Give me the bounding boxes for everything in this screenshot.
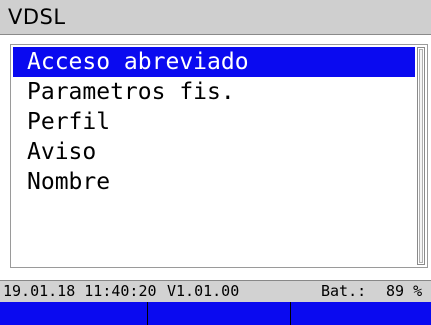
softkey-bar [0, 302, 431, 325]
scrollbar-thumb[interactable] [419, 49, 423, 263]
menu-item-acceso-abreviado[interactable]: Acceso abreviado [13, 47, 415, 77]
menu-item-aviso[interactable]: Aviso [11, 137, 415, 167]
softkey-1[interactable] [0, 302, 148, 325]
title-bar: VDSL [0, 0, 431, 35]
status-battery-value: 89 % [386, 282, 423, 300]
status-battery-label: Bat.: [321, 282, 367, 300]
scrollbar[interactable] [417, 47, 425, 265]
menu-item-parametros-fis[interactable]: Parametros fis. [11, 77, 415, 107]
softkey-2[interactable] [148, 302, 291, 325]
status-datetime: 19.01.18 11:40:20 [3, 282, 157, 300]
status-bar: 19.01.18 11:40:20 V1.01.00 Bat.: 89 % [0, 280, 431, 302]
menu-list: Acceso abreviado Parametros fis. Perfil … [10, 44, 428, 268]
page-title: VDSL [8, 5, 66, 29]
menu-item-nombre[interactable]: Nombre [11, 167, 415, 197]
softkey-3[interactable] [291, 302, 431, 325]
status-version: V1.01.00 [167, 282, 240, 300]
menu-item-perfil[interactable]: Perfil [11, 107, 415, 137]
menu-items: Acceso abreviado Parametros fis. Perfil … [11, 45, 415, 197]
main-area: Acceso abreviado Parametros fis. Perfil … [0, 35, 431, 280]
